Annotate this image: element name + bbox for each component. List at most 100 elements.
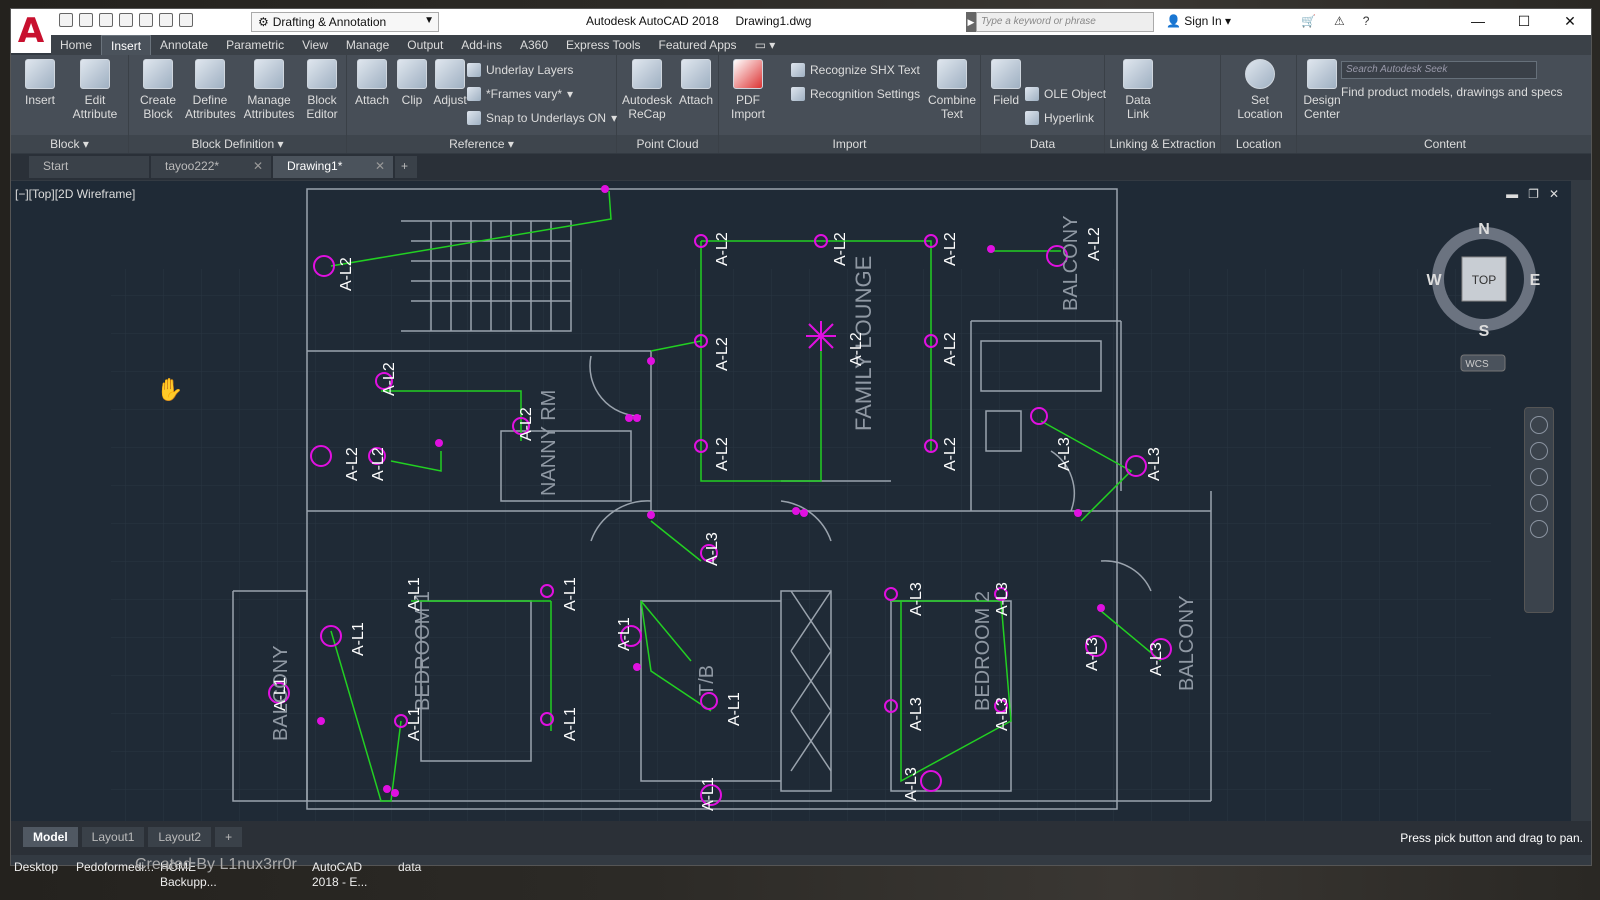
tab-view[interactable]: View [293,35,337,55]
cart-icon[interactable]: 🛒 [1301,14,1316,28]
edit-attribute-button[interactable]: Edit Attribute [65,59,125,121]
hyperlink-button[interactable]: Hyperlink [1025,111,1094,125]
redo-icon[interactable] [179,13,193,27]
create-block-icon [143,59,173,89]
frames-vary-dropdown[interactable]: *Frames vary* ▾ [467,87,573,101]
layout-tab-layout2[interactable]: Layout2 [148,827,212,847]
point-cloud-attach-button[interactable]: Attach [671,59,721,107]
seek-search-input[interactable]: Search Autodesk Seek [1341,61,1537,79]
ribbon-tabs: Home Insert Annotate Parametric View Manage Ou… [51,35,1591,55]
recognize-shx-button[interactable]: Recognize SHX Text [791,63,920,77]
room-balcony-top: BALCONY [1060,215,1082,311]
tab-tayoo222[interactable]: tayoo222* ✕ [151,156,271,178]
set-location-button[interactable]: Set Location [1235,59,1285,121]
zoom-extents-icon[interactable] [1530,468,1548,486]
gear-icon: ⚙ [258,15,269,29]
open-icon[interactable] [79,13,93,27]
tag-al2: A-L2 [714,337,731,371]
tag-al1: A-L1 [406,707,423,741]
orbit-icon[interactable] [1530,494,1548,512]
chevron-down-icon: ▼ [424,15,434,26]
workspace-dropdown[interactable]: ⚙ Drafting & Annotation ▼ [251,12,439,32]
tab-a360[interactable]: A360 [511,35,557,55]
add-layout-button[interactable]: + [215,827,243,847]
underlay-layers-icon [467,63,481,77]
tab-start[interactable]: Start [29,156,149,178]
taskbar-data[interactable]: data [398,860,421,874]
insert-button[interactable]: Insert [15,59,65,107]
layout-tab-model[interactable]: Model [23,827,78,847]
ribbon-options-icon[interactable]: ▭ ▾ [746,35,785,55]
define-attributes-button[interactable]: Define Attributes [185,59,236,121]
showmotion-icon[interactable] [1530,520,1548,538]
recap-button[interactable]: Autodesk ReCap [619,59,675,121]
pdf-icon [733,59,763,89]
tab-output[interactable]: Output [398,35,452,55]
tag-al1: A-L1 [726,692,743,726]
compass-s[interactable]: S [1479,323,1490,340]
block-panel-label[interactable]: Block ▾ [11,135,128,153]
tab-express-tools[interactable]: Express Tools [557,35,649,55]
reference-panel-label[interactable]: Reference ▾ [347,135,616,153]
pdf-import-button[interactable]: PDF Import [723,59,773,121]
tag-al3: A-L3 [994,582,1011,616]
save-icon[interactable] [99,13,113,27]
tab-drawing1[interactable]: Drawing1* ✕ [273,156,393,178]
autocad-logo-icon: A [17,11,45,51]
location-panel-label: Location [1221,135,1296,153]
close-icon[interactable]: ✕ [375,159,385,173]
tag-al3: A-L3 [1056,437,1073,471]
taskbar-autocad[interactable]: AutoCAD 2018 - E... [312,860,367,890]
tab-annotate[interactable]: Annotate [151,35,217,55]
tab-parametric[interactable]: Parametric [217,35,293,55]
tab-manage[interactable]: Manage [337,35,398,55]
data-panel-label: Data [981,135,1104,153]
underlay-layers-button[interactable]: Underlay Layers [467,63,573,77]
minimize-button[interactable]: — [1455,9,1501,35]
new-icon[interactable] [59,13,73,27]
save-as-icon[interactable] [119,13,133,27]
undo-icon[interactable] [159,13,173,27]
block-definition-panel-label[interactable]: Block Definition ▾ [129,135,346,153]
content-panel: Design Center Search Autodesk Seek Find p… [1297,55,1591,153]
snap-underlays-dropdown[interactable]: Snap to Underlays ON ▾ [467,111,617,125]
taskbar-desktop[interactable]: Desktop [14,860,58,874]
drawing-viewport[interactable]: [−][Top][2D Wireframe] ▬ ❐ ✕ FAMILY LOUN… [11,181,1571,821]
data-link-button[interactable]: Data Link [1113,59,1163,121]
viewcube-top-label: TOP [1472,273,1496,287]
ole-object-button[interactable]: OLE Object [1025,87,1106,101]
tab-add-ins[interactable]: Add-ins [452,35,511,55]
pan-icon[interactable] [1530,442,1548,460]
tab-home[interactable]: Home [51,35,101,55]
create-block-button[interactable]: Create Block [133,59,183,121]
compass-n[interactable]: N [1478,221,1490,238]
maximize-button[interactable]: ☐ [1501,9,1547,35]
compass-w[interactable]: W [1426,272,1442,289]
tab-insert[interactable]: Insert [101,35,152,55]
recognition-settings-button[interactable]: Recognition Settings [791,87,920,101]
steering-wheel-icon[interactable] [1530,416,1548,434]
tag-al2: A-L2 [848,332,865,366]
print-icon[interactable] [139,13,153,27]
exchange-icon[interactable]: ⚠ [1334,14,1345,28]
block-editor-button[interactable]: Block Editor [297,59,347,121]
search-expand-icon[interactable]: ▶ [966,12,976,32]
sign-in-button[interactable]: 👤 Sign In ▾ [1166,14,1231,28]
compass-e[interactable]: E [1530,272,1541,289]
close-icon[interactable]: ✕ [253,159,263,173]
field-button[interactable]: Field [981,59,1031,107]
close-button[interactable]: ✕ [1547,9,1591,35]
tab-featured-apps[interactable]: Featured Apps [650,35,746,55]
combine-text-icon [937,59,967,89]
new-tab-button[interactable]: + [395,156,417,178]
help-icon[interactable]: ? [1363,14,1370,28]
floor-plan-drawing[interactable]: FAMILY LOUNGE NANNY RM BALCONY BEDROOM 1… [11,181,1571,821]
design-center-button[interactable]: Design Center [1297,59,1347,121]
manage-attributes-button[interactable]: Manage Attributes [241,59,297,121]
combine-text-button[interactable]: Combine Text [927,59,977,121]
layout-tab-layout1[interactable]: Layout1 [81,827,145,847]
application-menu-button[interactable]: A [11,9,51,53]
keyword-search-input[interactable]: Type a keyword or phrase [976,12,1154,32]
watermark-text: Created By L1nux3rr0r [135,856,297,873]
field-icon [991,59,1021,89]
